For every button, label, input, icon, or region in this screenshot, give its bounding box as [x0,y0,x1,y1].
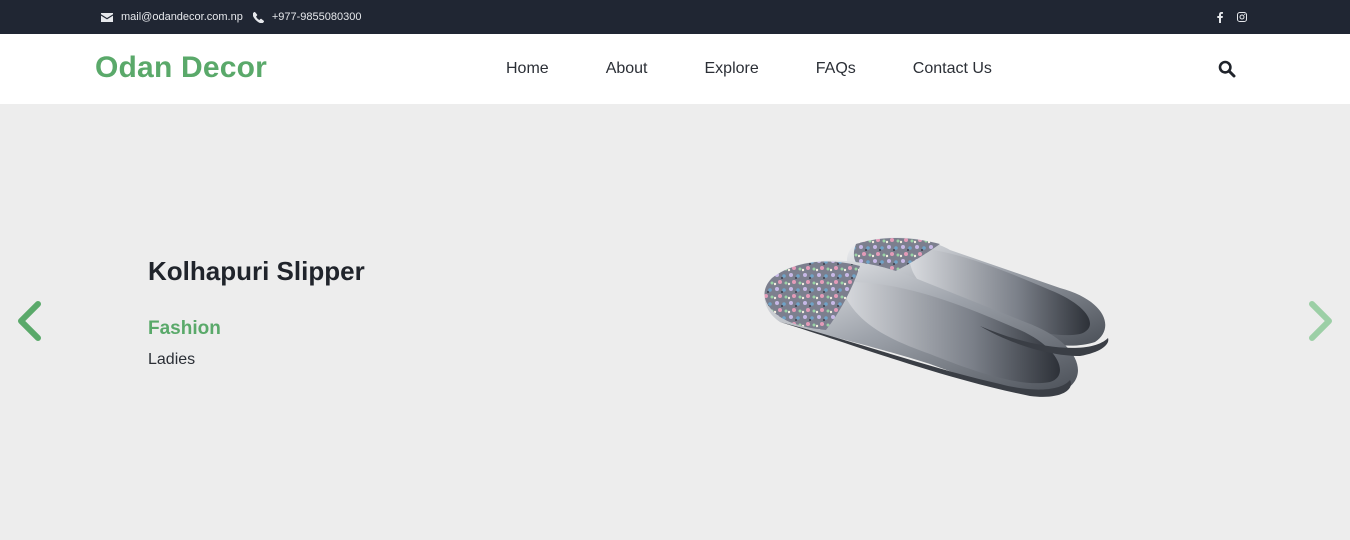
next-slide-arrow-icon[interactable] [1306,300,1336,347]
phone-text[interactable]: +977-9855080300 [272,11,362,23]
search-icon[interactable] [1218,60,1236,83]
email-text[interactable]: mail@odandecor.com.np [121,11,243,23]
nav-contact-us[interactable]: Contact Us [913,60,992,78]
nav-home[interactable]: Home [506,60,549,78]
hero-slider: Kolhapuri Slipper Fashion Ladies [0,104,1350,540]
phone-icon [252,11,264,23]
previous-slide-arrow-icon[interactable] [14,300,44,347]
instagram-icon[interactable] [1237,12,1247,22]
slide-subcategory: Ladies [148,351,196,368]
phone-contact[interactable]: +977-9855080300 [252,11,362,23]
nav-explore[interactable]: Explore [705,60,759,78]
social-links [1203,0,1247,34]
slide-title: Kolhapuri Slipper [148,256,365,286]
contact-info: mail@odandecor.com.np +977-9855080300 [101,0,371,34]
facebook-icon[interactable] [1217,11,1223,23]
nav-faqs[interactable]: FAQs [816,60,856,78]
product-image [764,237,1109,397]
email-contact[interactable]: mail@odandecor.com.np [101,11,243,23]
main-nav: Home About Explore FAQs Contact Us [506,34,992,104]
site-logo[interactable]: Odan Decor [95,51,267,85]
slide-category[interactable]: Fashion [148,318,221,340]
nav-about[interactable]: About [606,60,648,78]
main-header: Odan Decor Home About Explore FAQs Conta… [0,34,1350,104]
top-bar: mail@odandecor.com.np +977-9855080300 [0,0,1350,34]
envelope-icon [101,12,113,22]
